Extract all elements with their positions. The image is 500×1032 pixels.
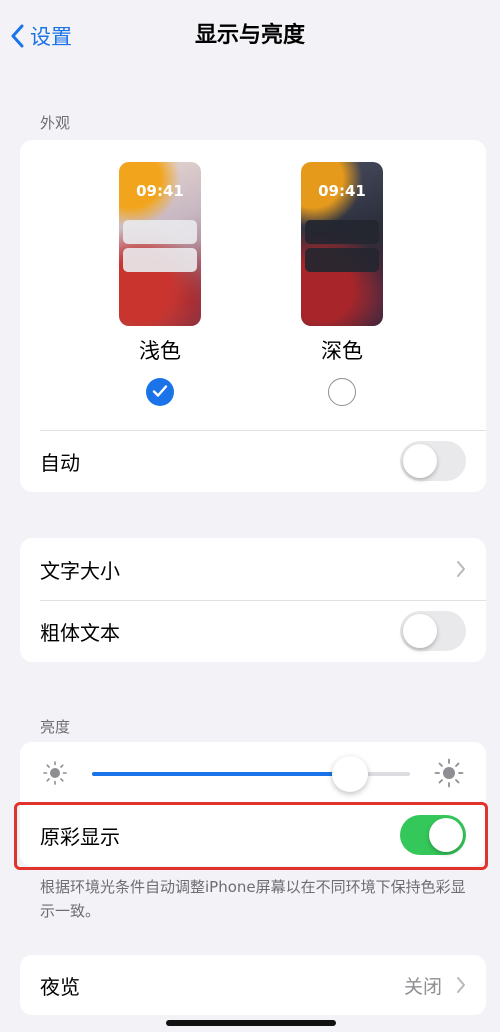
highlight-box: [14, 802, 488, 870]
appearance-card: 09:41 浅色 09:41 深色 自动: [20, 140, 486, 492]
night-shift-value: 关闭: [403, 975, 442, 998]
night-shift-label: 夜览: [40, 974, 80, 999]
night-shift-row[interactable]: 夜览 关闭: [20, 955, 486, 1015]
page-title: 显示与亮度: [194, 23, 305, 48]
brightness-slider-fill: [92, 772, 350, 776]
dark-mode-option[interactable]: 09:41 深色: [292, 162, 392, 406]
preview-time: 09:41: [136, 182, 184, 200]
light-mode-preview: 09:41: [119, 162, 201, 326]
dark-mode-label: 深色: [321, 339, 363, 363]
bold-text-toggle[interactable]: [400, 611, 466, 651]
bold-text-label: 粗体文本: [40, 620, 120, 645]
preview-notification: [123, 220, 197, 244]
light-mode-option[interactable]: 09:41 浅色: [110, 162, 210, 406]
light-mode-label: 浅色: [139, 339, 181, 363]
toggle-knob: [403, 614, 437, 648]
text-settings-card: 文字大小 粗体文本: [20, 538, 486, 662]
brightness-slider[interactable]: [92, 756, 410, 792]
preview-time: 09:41: [318, 182, 366, 200]
sun-large-icon: [434, 758, 464, 792]
true-tone-footer: 根据环境光条件自动调整iPhone屏幕以在不同环境下保持色彩显示一致。: [40, 878, 466, 920]
toggle-knob: [403, 444, 437, 478]
home-indicator: [166, 1020, 336, 1026]
brightness-header: 亮度: [40, 718, 71, 736]
brightness-slider-thumb[interactable]: [331, 756, 368, 792]
appearance-header: 外观: [40, 114, 71, 132]
preview-notification: [305, 220, 379, 244]
chevron-right-icon: [456, 560, 466, 578]
navigation-bar: 设置 显示与亮度: [0, 0, 500, 72]
auto-row: 自动: [20, 430, 486, 492]
dark-mode-radio[interactable]: [328, 378, 356, 406]
preview-notification: [305, 248, 379, 272]
chevron-right-icon: [456, 976, 466, 994]
auto-label: 自动: [40, 450, 80, 475]
sun-small-icon: [42, 760, 68, 790]
light-mode-radio[interactable]: [146, 378, 174, 406]
text-size-row[interactable]: 文字大小: [20, 538, 486, 600]
checkmark-icon: [152, 383, 168, 402]
preview-notification: [123, 248, 197, 272]
dark-mode-preview: 09:41: [301, 162, 383, 326]
bold-text-row: 粗体文本: [20, 600, 486, 662]
night-shift-card: 夜览 关闭: [20, 955, 486, 1015]
auto-toggle[interactable]: [400, 441, 466, 481]
text-size-label: 文字大小: [40, 558, 120, 583]
brightness-slider-row: [20, 742, 486, 804]
